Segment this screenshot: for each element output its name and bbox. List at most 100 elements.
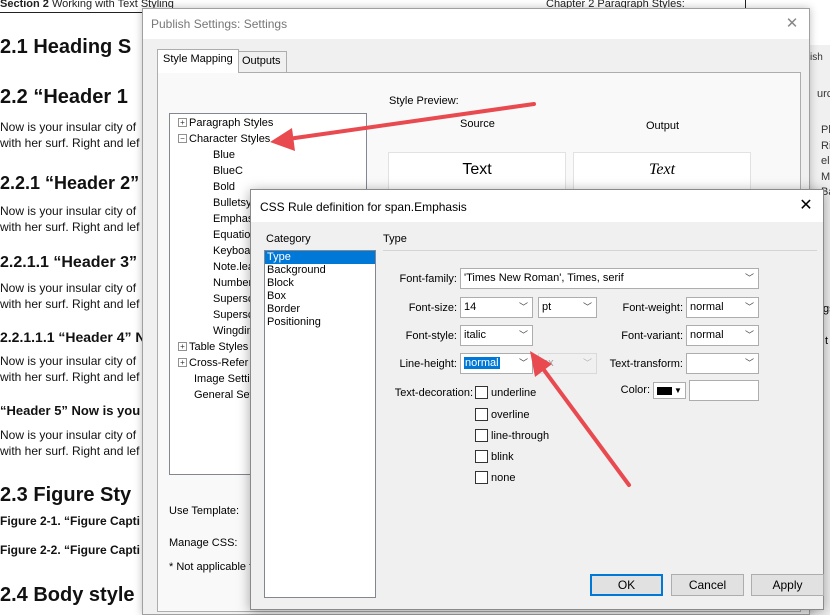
font-style-select[interactable]: italic ﹀	[460, 325, 533, 346]
color-picker-button[interactable]: ▼	[653, 382, 686, 399]
tree-item-paragraph-styles[interactable]: + Paragraph Styles	[178, 117, 273, 129]
tree-item-character-style[interactable]: Keyboa	[213, 245, 250, 257]
side-panel-text: gs	[823, 303, 830, 315]
line-height-unit-value: px	[542, 357, 554, 369]
chevron-down-icon[interactable]: ﹀	[519, 354, 528, 373]
chevron-down-icon[interactable]: ﹀	[745, 269, 754, 288]
ok-button[interactable]: OK	[590, 574, 663, 596]
publish-dialog-title: Publish Settings: Settings	[151, 17, 288, 31]
cancel-button[interactable]: Cancel	[671, 574, 744, 596]
tree-item-character-style[interactable]: Wingdin	[213, 325, 253, 337]
tab-outputs[interactable]: Outputs	[236, 51, 287, 72]
chevron-down-icon[interactable]: ﹀	[745, 354, 754, 373]
font-style-value: italic	[464, 329, 487, 341]
tree-item-character-style[interactable]: Number	[213, 277, 252, 289]
side-panel-item[interactable]: Pl	[821, 123, 830, 139]
category-item-box[interactable]: Box	[265, 290, 375, 303]
category-item-border[interactable]: Border	[265, 303, 375, 316]
css-rule-dialog: CSS Rule definition for span.Emphasis ✕ …	[250, 189, 824, 610]
tree-item-character-style[interactable]: Bold	[213, 181, 235, 193]
font-size-unit-select[interactable]: pt ﹀	[538, 297, 597, 318]
category-item-positioning[interactable]: Positioning	[265, 316, 375, 329]
overline-checkbox[interactable]: overline	[475, 408, 530, 421]
font-size-value: 14	[464, 301, 477, 313]
blink-label: blink	[491, 451, 514, 463]
paragraph-line: with her surf. Right and lef	[0, 370, 140, 384]
tree-item-character-style[interactable]: Note.lea	[213, 261, 254, 273]
tree-item-image-settings[interactable]: Image Settin	[194, 373, 256, 385]
close-icon[interactable]: ✕	[795, 195, 817, 217]
source-label: Source	[460, 118, 495, 130]
side-panel-item[interactable]: M	[821, 170, 830, 186]
category-list[interactable]: Type Background Block Box Border Positio…	[264, 250, 376, 598]
tree-item-character-style[interactable]: Bulletsy	[213, 197, 252, 209]
category-item-type[interactable]: Type	[265, 251, 375, 264]
side-panel-label: urce	[817, 88, 830, 100]
side-panel-tab[interactable]: ish	[810, 52, 823, 63]
line-through-label: line-through	[491, 430, 550, 442]
tree-item-character-style[interactable]: BlueC	[213, 165, 243, 177]
heading-2-2: 2.2 “Header 1	[0, 86, 128, 108]
font-weight-label: Font-weight:	[622, 302, 683, 314]
text-transform-select[interactable]: ﹀	[686, 353, 759, 374]
paragraph-line: Now is your insular city of	[0, 281, 137, 295]
publish-dialog-titlebar[interactable]: Publish Settings: Settings ✕	[143, 9, 809, 39]
chevron-down-icon[interactable]: ﹀	[745, 298, 754, 317]
tree-item-general-settings[interactable]: General Set	[194, 389, 253, 401]
checkbox-box[interactable]	[475, 429, 488, 442]
color-label: Color:	[620, 384, 650, 396]
close-icon[interactable]: ✕	[781, 13, 803, 35]
checkbox-box[interactable]	[475, 450, 488, 463]
font-size-select[interactable]: 14 ﹀	[460, 297, 533, 318]
css-dialog-titlebar[interactable]: CSS Rule definition for span.Emphasis ✕	[251, 190, 823, 222]
apply-button[interactable]: Apply	[751, 574, 824, 596]
tree-item-table-styles[interactable]: + Table Styles	[178, 341, 248, 353]
underline-label: underline	[491, 387, 537, 399]
category-item-block[interactable]: Block	[265, 277, 375, 290]
use-template-label: Use Template:	[169, 505, 240, 517]
chevron-down-icon: ﹀	[582, 358, 592, 368]
font-variant-select[interactable]: normal ﹀	[686, 325, 759, 346]
blink-checkbox[interactable]: blink	[475, 450, 514, 463]
line-through-checkbox[interactable]: line-through	[475, 429, 549, 442]
expand-icon[interactable]: +	[178, 118, 187, 127]
font-weight-value: normal	[690, 301, 724, 313]
font-size-label: Font-size:	[408, 302, 457, 314]
checkbox-box[interactable]	[475, 471, 488, 484]
expand-icon[interactable]: +	[178, 342, 187, 351]
tree-item-character-styles[interactable]: − Character Styles	[178, 133, 270, 145]
chevron-down-icon[interactable]: ﹀	[519, 326, 528, 345]
side-panel-item[interactable]: Ri	[821, 139, 830, 155]
tree-item-character-style[interactable]: Supersc	[213, 293, 253, 305]
tree-item-character-style[interactable]: Blue	[213, 149, 235, 161]
font-weight-select[interactable]: normal ﹀	[686, 297, 759, 318]
chevron-down-icon[interactable]: ﹀	[745, 326, 754, 345]
tree-item-character-style[interactable]: Supersc	[213, 309, 253, 321]
line-height-select[interactable]: normal ﹀	[460, 353, 533, 374]
checkbox-box[interactable]	[475, 386, 488, 399]
side-panel-text: t	[825, 335, 829, 347]
color-input[interactable]	[689, 380, 759, 401]
chevron-down-icon[interactable]: ﹀	[583, 298, 592, 317]
font-style-label: Font-style:	[405, 330, 457, 342]
line-height-value: normal	[464, 357, 500, 369]
tree-item-character-style[interactable]: Equatio	[213, 229, 250, 241]
font-family-select[interactable]: 'Times New Roman', Times, serif ﹀	[460, 268, 759, 289]
font-variant-label: Font-variant:	[621, 330, 683, 342]
manage-css-label: Manage CSS:	[169, 537, 238, 549]
text-decoration-label: Text-decoration:	[394, 387, 473, 399]
css-dialog-title: CSS Rule definition for span.Emphasis	[260, 200, 467, 214]
output-label: Output	[646, 120, 680, 132]
heading-2-1: 2.1 Heading S	[0, 36, 132, 58]
checkbox-box[interactable]	[475, 408, 488, 421]
underline-checkbox[interactable]: underline	[475, 386, 536, 399]
chevron-down-icon[interactable]: ﹀	[519, 298, 528, 317]
collapse-icon[interactable]: −	[178, 134, 187, 143]
tree-item-cross-references[interactable]: + Cross-Refer	[178, 357, 248, 369]
expand-icon[interactable]: +	[178, 358, 187, 367]
category-item-background[interactable]: Background	[265, 264, 375, 277]
tab-style-mapping[interactable]: Style Mapping	[157, 49, 239, 73]
side-panel-item[interactable]: el	[821, 154, 830, 170]
paragraph-line: Now is your insular city of	[0, 120, 137, 134]
none-checkbox[interactable]: none	[475, 471, 515, 484]
